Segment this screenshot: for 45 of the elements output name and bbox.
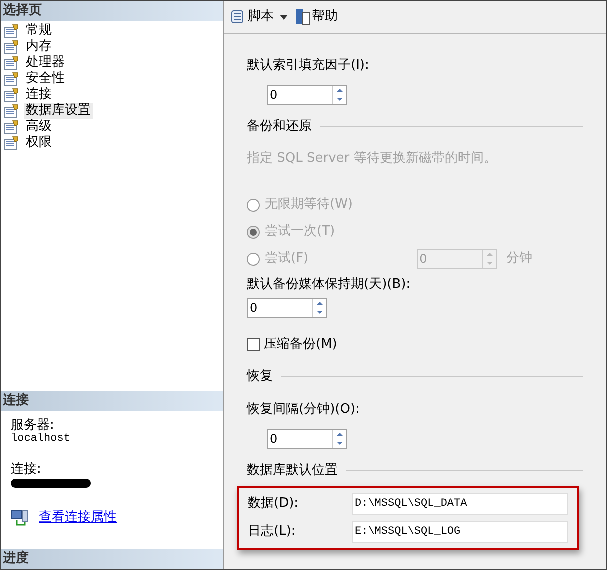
document-icon — [296, 9, 310, 25]
computer-icon — [11, 510, 29, 526]
section-header: 选择页 — [1, 1, 223, 21]
page-icon — [4, 40, 20, 54]
page-icon — [4, 104, 20, 118]
server-name: localhost — [11, 433, 72, 445]
sidebar-item[interactable]: 安全性 — [24, 71, 67, 87]
connection-properties-link[interactable]: 查看连接属性 — [39, 508, 117, 528]
recovery-interval-label: 恢复间隔(分钟)(O): — [247, 401, 361, 419]
group-title: 恢复 — [247, 368, 273, 386]
path-label: 日志(L): — [248, 523, 297, 542]
page-icon — [4, 24, 20, 38]
group-title: 数据库默认位置 — [247, 462, 338, 480]
page-icon — [4, 136, 20, 150]
sidebar-item[interactable]: 高级 — [24, 119, 54, 135]
page-icon — [4, 88, 20, 102]
section-header: 进度 — [1, 549, 223, 569]
path-field[interactable]: E:\MSSQL\SQL_LOG — [352, 521, 568, 543]
help-button[interactable]: 帮助 — [296, 7, 338, 27]
group-title: 备份和还原 — [247, 118, 312, 136]
unit-label: 分钟 — [506, 250, 533, 268]
section-header: 连接 — [1, 391, 223, 411]
retention-label: 默认备份媒体保持期(天)(B): — [247, 276, 412, 294]
sidebar-item[interactable]: 数据库设置 — [24, 103, 93, 119]
sidebar-item[interactable]: 常规 — [24, 23, 54, 39]
server-label: 服务器: — [11, 419, 56, 433]
fill-factor-label: 默认索引填充因子(I): — [247, 57, 370, 75]
page-icon — [4, 120, 20, 134]
connection-label: 连接: — [11, 463, 42, 477]
path-field[interactable]: D:\MSSQL\SQL_DATA — [352, 493, 568, 515]
number-spinner[interactable]: 0 — [267, 84, 347, 104]
path-label: 数据(D): — [248, 495, 300, 514]
sidebar-item[interactable]: 内存 — [24, 39, 54, 55]
sidebar-item[interactable]: 权限 — [24, 135, 54, 151]
page-icon — [4, 56, 20, 70]
compress-checkbox[interactable]: 压缩备份(M) — [247, 335, 583, 354]
scroll-icon — [230, 9, 246, 25]
number-spinner[interactable]: 0 — [267, 428, 347, 448]
page-icon — [4, 72, 20, 86]
sidebar-item[interactable]: 连接 — [24, 87, 54, 103]
number-spinner[interactable]: 0 — [247, 298, 327, 318]
dropdown-caret-icon[interactable] — [280, 14, 288, 20]
script-button[interactable]: 脚本 — [230, 7, 274, 27]
sidebar-item[interactable]: 处理器 — [24, 55, 67, 71]
hint-text: 指定 SQL Server 等待更换新磁带的时间。 — [247, 150, 498, 168]
